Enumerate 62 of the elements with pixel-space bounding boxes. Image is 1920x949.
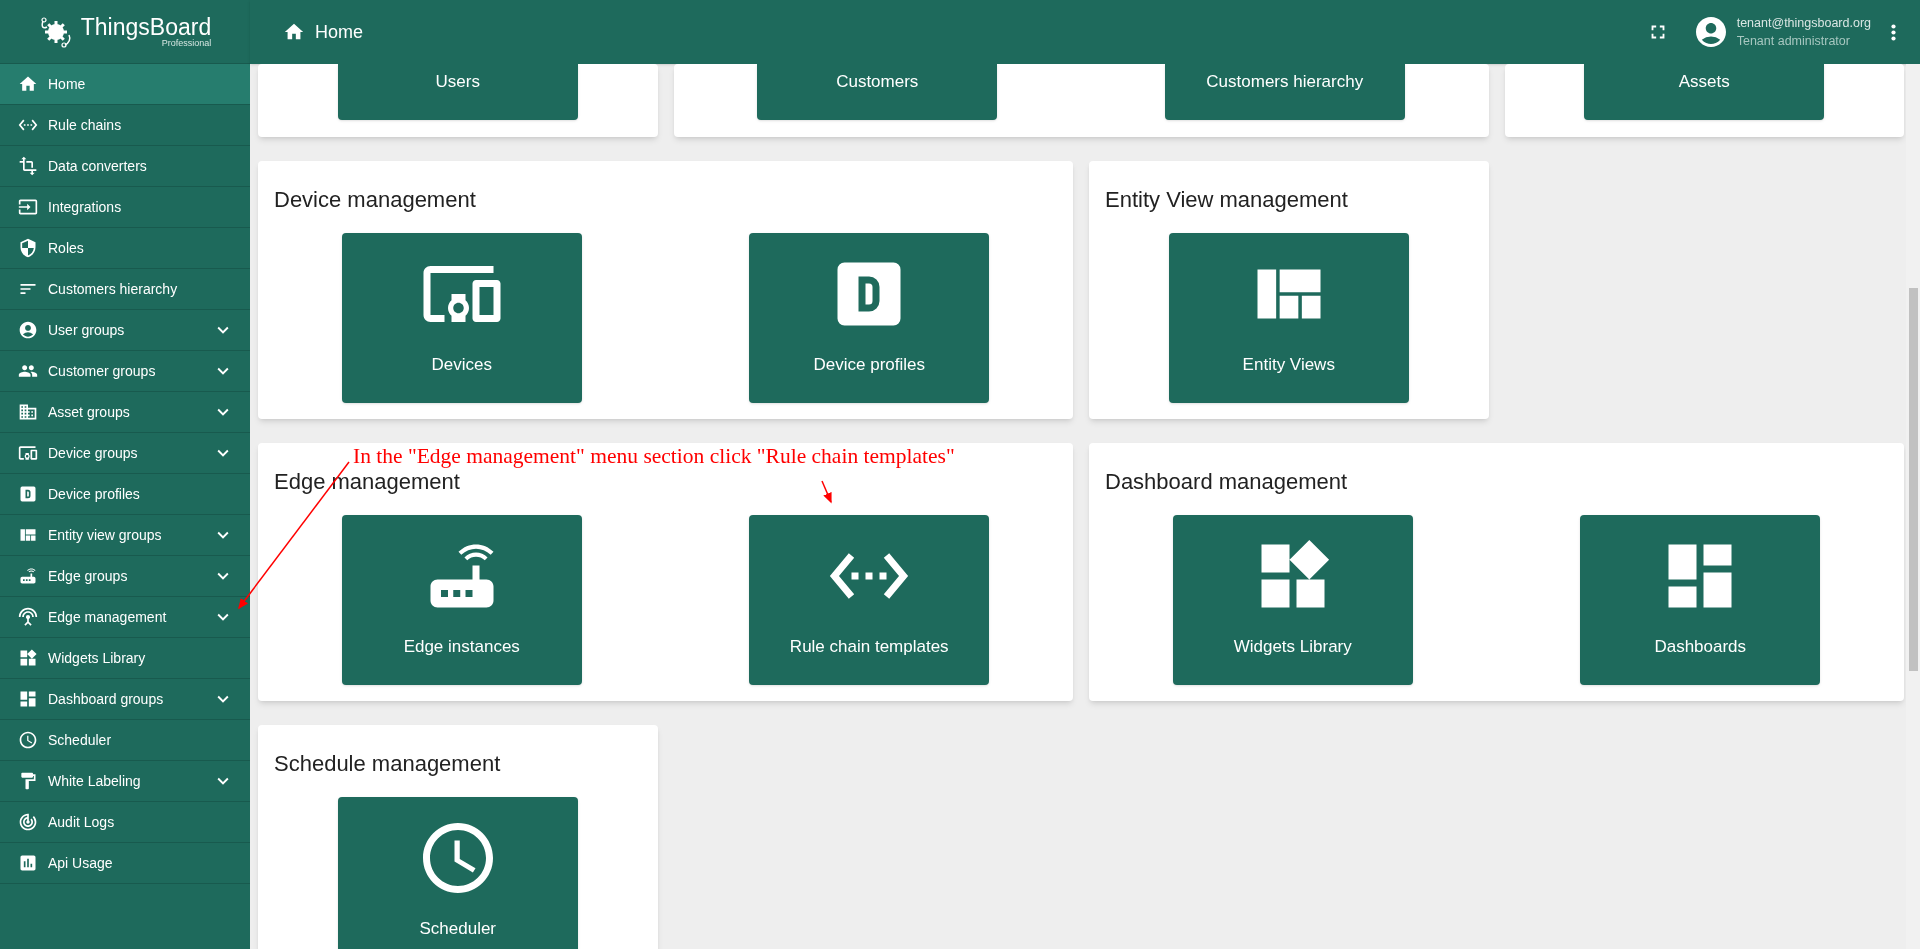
sidebar-item-label: Customers hierarchy	[48, 279, 179, 299]
nav-tile[interactable]: Edge instances	[341, 515, 582, 685]
sidebar-item-label: Edge management	[48, 607, 168, 627]
sidebar-item[interactable]: Home	[0, 64, 250, 105]
section-title: Dashboard management	[1105, 469, 1348, 495]
sidebar-item-label: Device groups	[48, 443, 139, 463]
crop-icon	[18, 156, 38, 176]
nav-tile[interactable]: Widgets Library	[1172, 515, 1413, 685]
sidebar-item-label: Asset groups	[48, 402, 131, 422]
building-icon	[18, 402, 38, 422]
input-icon	[18, 197, 38, 217]
brand-edition: Professional	[161, 38, 212, 48]
nav-tile[interactable]: Customers hierarchy	[1164, 64, 1405, 120]
annotation-arrow	[821, 480, 832, 504]
widgets-icon	[18, 648, 38, 668]
bar-chart-icon	[18, 853, 38, 873]
sidebar-item-label: Integrations	[48, 197, 123, 217]
nav-tile[interactable]: Devices	[341, 233, 582, 403]
nav-tile[interactable]: Assets	[1584, 64, 1825, 120]
nav-tile[interactable]: Scheduler	[337, 797, 578, 949]
nav-tile[interactable]: Customers	[757, 64, 998, 120]
sidebar-item-label: White Labeling	[48, 771, 142, 791]
nav-tile[interactable]: Users	[337, 64, 578, 120]
nav-tile[interactable]: Device profiles	[749, 233, 990, 403]
sidebar-item-label: Entity view groups	[48, 525, 163, 545]
sidebar-item-label: Device profiles	[48, 484, 141, 504]
dashboard-icon	[18, 689, 38, 709]
section-title: Schedule management	[274, 751, 501, 777]
sidebar-item-label: Dashboard groups	[48, 689, 165, 709]
user-email: tenant@thingsboard.org	[1736, 15, 1871, 32]
devices-icon	[18, 443, 38, 463]
sidebar-item-label: Api Usage	[48, 853, 114, 873]
sidebar-item-label: Home	[48, 74, 87, 94]
router-icon	[18, 566, 38, 586]
page-title: Home	[315, 20, 364, 44]
nav-tile[interactable]: Rule chain templates	[749, 515, 990, 685]
sidebar-item-label: Widgets Library	[48, 648, 147, 668]
sidebar-item-label: Rule chains	[48, 115, 123, 135]
shield-icon	[18, 238, 38, 258]
nav-tile[interactable]: Dashboards	[1580, 515, 1821, 685]
annotation-text: In the "Edge management" menu section click "Rule chain templates"	[353, 443, 955, 470]
clock-icon	[18, 730, 38, 750]
nav-tile[interactable]: Entity Views	[1168, 233, 1409, 403]
sidebar-item-label: Audit Logs	[48, 812, 116, 832]
sidebar-item-label: Scheduler	[48, 730, 113, 750]
antenna-icon	[18, 607, 38, 627]
sidebar-item-label: Customer groups	[48, 361, 157, 381]
user-role: Tenant administrator	[1736, 33, 1851, 50]
more-vertical-icon	[1891, 23, 1896, 41]
section-title: Device management	[274, 187, 476, 213]
section-title: Entity View management	[1105, 187, 1348, 213]
paint-roller-icon	[18, 771, 38, 791]
logo-icon	[38, 14, 73, 49]
sidebar-item-label: Edge groups	[48, 566, 129, 586]
sidebar-item-label: User groups	[48, 320, 126, 340]
target-icon	[18, 812, 38, 832]
home-icon	[18, 74, 38, 94]
sidebar-item-label: Data converters	[48, 156, 148, 176]
sidebar-item-label: Roles	[48, 238, 85, 258]
brand-name: ThingsBoard	[80, 15, 212, 39]
section-title: Edge management	[274, 469, 460, 495]
profile-icon	[18, 484, 38, 504]
